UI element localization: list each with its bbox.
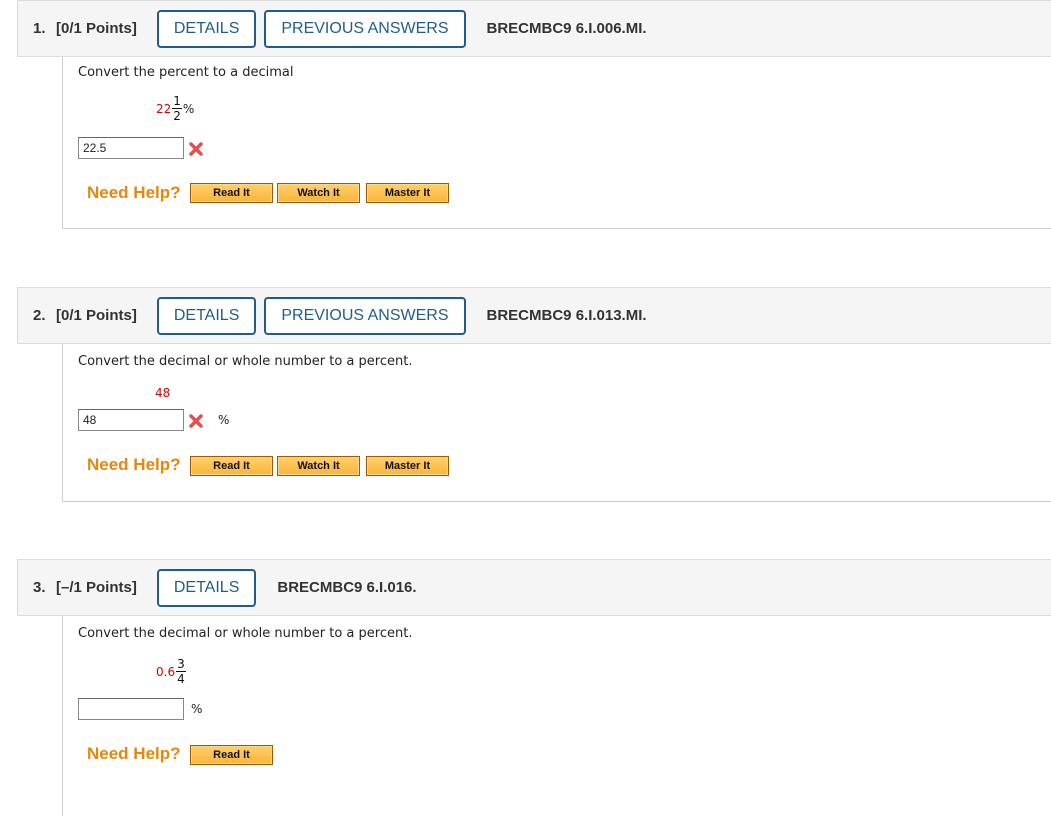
previous-answers-button[interactable]: PREVIOUS ANSWERS	[264, 9, 466, 48]
question-header: 1. [0/1 Points] DETAILS PREVIOUS ANSWERS…	[17, 0, 1051, 57]
question-number: 3.	[33, 579, 46, 596]
question-points: [0/1 Points]	[56, 307, 137, 324]
fraction: 3 4	[176, 658, 186, 685]
question-prompt: Convert the percent to a decimal	[78, 65, 294, 80]
details-button[interactable]: DETAILS	[156, 296, 257, 335]
question-code: BRECMBC9 6.I.016.	[277, 579, 417, 596]
incorrect-x-icon	[189, 142, 203, 156]
need-help-label: Need Help?	[87, 183, 181, 202]
watch-it-button[interactable]: Watch It	[277, 183, 360, 203]
read-it-button[interactable]: Read It	[190, 456, 273, 476]
math-expression: 0.6 3 4	[156, 658, 187, 685]
question-body: Convert the percent to a decimal 22 1 2 …	[62, 57, 1051, 229]
math-expression: 48	[155, 386, 170, 400]
question-header: 2. [0/1 Points] DETAILS PREVIOUS ANSWERS…	[17, 287, 1051, 344]
question-body: Convert the decimal or whole number to a…	[62, 344, 1051, 502]
question-points: [–/1 Points]	[56, 579, 137, 596]
question-points: [0/1 Points]	[56, 20, 137, 37]
answer-input[interactable]	[78, 137, 184, 159]
expression-value: 48	[155, 386, 171, 400]
question-header: 3. [–/1 Points] DETAILS BRECMBC9 6.I.016…	[17, 559, 1051, 616]
mixed-whole: 0.6	[156, 664, 176, 679]
details-button[interactable]: DETAILS	[156, 9, 257, 48]
percent-sign: %	[182, 101, 195, 116]
incorrect-x-icon	[189, 414, 203, 428]
answer-input[interactable]	[78, 409, 184, 431]
math-expression: 22 1 2 %	[156, 95, 194, 122]
question-prompt: Convert the decimal or whole number to a…	[78, 354, 413, 369]
mixed-whole: 22	[156, 101, 172, 116]
percent-unit: %	[218, 413, 230, 427]
need-help-label: Need Help?	[87, 455, 181, 474]
master-it-button[interactable]: Master It	[366, 456, 449, 476]
question-code: BRECMBC9 6.I.006.MI.	[486, 20, 647, 37]
question-number: 2.	[33, 307, 46, 324]
watch-it-button[interactable]: Watch It	[277, 456, 360, 476]
previous-answers-button[interactable]: PREVIOUS ANSWERS	[264, 296, 466, 335]
need-help-label: Need Help?	[87, 744, 181, 763]
answer-input[interactable]	[78, 698, 184, 720]
read-it-button[interactable]: Read It	[190, 745, 273, 765]
question-prompt: Convert the decimal or whole number to a…	[78, 626, 413, 641]
fraction-numerator: 1	[172, 94, 182, 109]
read-it-button[interactable]: Read It	[190, 183, 273, 203]
details-button[interactable]: DETAILS	[156, 568, 257, 607]
fraction-numerator: 3	[176, 657, 186, 672]
question-number: 1.	[33, 20, 46, 37]
question-body: Convert the decimal or whole number to a…	[62, 616, 1051, 816]
fraction-denominator: 4	[177, 672, 185, 686]
fraction-denominator: 2	[173, 109, 181, 123]
question-code: BRECMBC9 6.I.013.MI.	[486, 307, 647, 324]
master-it-button[interactable]: Master It	[366, 183, 449, 203]
fraction: 1 2	[172, 95, 182, 122]
percent-unit: %	[191, 702, 203, 716]
